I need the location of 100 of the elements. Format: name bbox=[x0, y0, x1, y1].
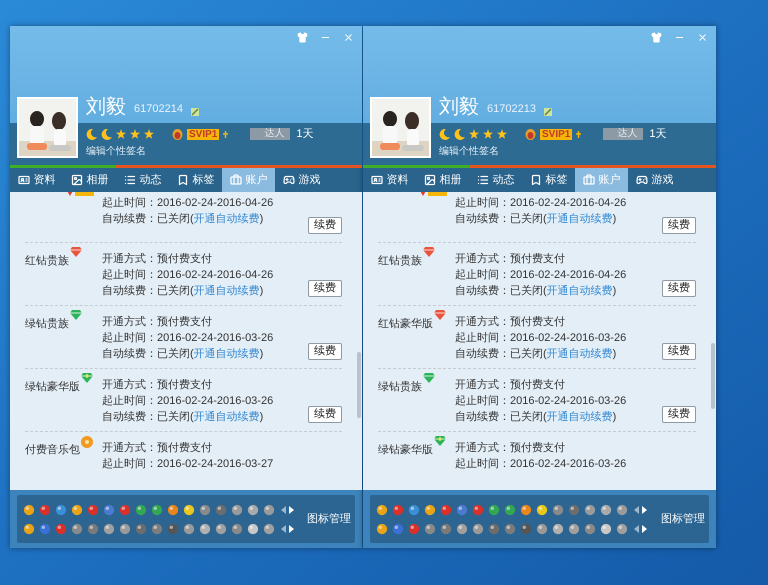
icon-manager-button[interactable]: 图标管理 bbox=[307, 510, 351, 528]
renew-button[interactable]: 续费 bbox=[308, 280, 342, 297]
auto-renew-link[interactable]: 开通自动续费 bbox=[194, 411, 260, 423]
arrow-left-icon[interactable] bbox=[634, 506, 639, 514]
arrow-left-icon[interactable] bbox=[634, 524, 639, 532]
service-icon[interactable] bbox=[488, 522, 500, 534]
skin-icon[interactable] bbox=[297, 32, 308, 42]
arrow-right-icon[interactable] bbox=[642, 506, 647, 514]
service-icon[interactable] bbox=[215, 504, 227, 516]
service-icon[interactable] bbox=[536, 522, 548, 534]
renew-button[interactable]: 续费 bbox=[662, 280, 696, 297]
service-icon[interactable] bbox=[183, 522, 195, 534]
service-icon[interactable] bbox=[376, 504, 388, 516]
service-icon[interactable] bbox=[616, 504, 628, 516]
service-icon[interactable] bbox=[87, 504, 99, 516]
service-icon[interactable] bbox=[215, 522, 227, 534]
service-icon[interactable] bbox=[488, 504, 500, 516]
profile-tab[interactable]: 游戏 bbox=[628, 168, 681, 192]
profile-tab[interactable]: 相册 bbox=[416, 168, 469, 192]
service-icon[interactable] bbox=[440, 504, 452, 516]
service-icon[interactable] bbox=[456, 522, 468, 534]
signature-text[interactable]: 编辑个性签名 bbox=[86, 145, 146, 159]
service-icon[interactable] bbox=[151, 504, 163, 516]
service-icon[interactable] bbox=[167, 504, 179, 516]
close-icon[interactable] bbox=[343, 32, 354, 42]
service-icon[interactable] bbox=[23, 522, 35, 534]
profile-tab[interactable]: 动态 bbox=[469, 168, 522, 192]
service-icon[interactable] bbox=[39, 504, 51, 516]
service-icon[interactable] bbox=[568, 522, 580, 534]
service-icon[interactable] bbox=[247, 522, 259, 534]
service-icon[interactable] bbox=[472, 522, 484, 534]
service-icon[interactable] bbox=[440, 522, 452, 534]
auto-renew-link[interactable]: 开通自动续费 bbox=[194, 348, 260, 360]
renew-button[interactable]: 续费 bbox=[662, 217, 696, 234]
edit-icon[interactable] bbox=[544, 108, 552, 116]
service-icon[interactable] bbox=[584, 504, 596, 516]
service-icon[interactable] bbox=[135, 522, 147, 534]
service-icon[interactable] bbox=[151, 522, 163, 534]
arrow-left-icon[interactable] bbox=[281, 506, 286, 514]
edit-icon[interactable] bbox=[190, 108, 199, 116]
service-icon[interactable] bbox=[263, 504, 275, 516]
signature-text[interactable]: 编辑个性签名 bbox=[439, 145, 499, 159]
service-icon[interactable] bbox=[424, 522, 436, 534]
service-icon[interactable] bbox=[536, 504, 548, 516]
arrow-right-icon[interactable] bbox=[289, 506, 294, 514]
service-icon[interactable] bbox=[424, 504, 436, 516]
service-icon[interactable] bbox=[600, 522, 612, 534]
service-icon[interactable] bbox=[504, 522, 516, 534]
renew-button[interactable]: 续费 bbox=[308, 343, 342, 360]
service-icon[interactable] bbox=[408, 522, 420, 534]
icon-manager-button[interactable]: 图标管理 bbox=[661, 510, 705, 528]
profile-tab[interactable]: 游戏 bbox=[275, 168, 328, 192]
service-icon[interactable] bbox=[456, 504, 468, 516]
service-icon[interactable] bbox=[231, 504, 243, 516]
service-icon[interactable] bbox=[231, 522, 243, 534]
service-icon[interactable] bbox=[392, 504, 404, 516]
service-icon[interactable] bbox=[568, 504, 580, 516]
service-icon[interactable] bbox=[71, 504, 83, 516]
auto-renew-link[interactable]: 开通自动续费 bbox=[546, 285, 613, 297]
service-icon[interactable] bbox=[55, 504, 67, 516]
profile-tab[interactable]: 动态 bbox=[116, 168, 169, 192]
renew-button[interactable]: 续费 bbox=[662, 406, 696, 423]
service-icon[interactable] bbox=[87, 522, 99, 534]
service-icon[interactable] bbox=[135, 504, 147, 516]
renew-button[interactable]: 续费 bbox=[308, 217, 342, 234]
close-icon[interactable] bbox=[697, 32, 708, 42]
service-icon[interactable] bbox=[23, 504, 35, 516]
service-icon[interactable] bbox=[504, 504, 516, 516]
service-icon[interactable] bbox=[71, 522, 83, 534]
service-icon[interactable] bbox=[55, 522, 67, 534]
service-icon[interactable] bbox=[552, 504, 564, 516]
service-icon[interactable] bbox=[39, 522, 51, 534]
service-icon[interactable] bbox=[616, 522, 628, 534]
service-icon[interactable] bbox=[119, 504, 131, 516]
service-icon[interactable] bbox=[600, 504, 612, 516]
service-icon[interactable] bbox=[103, 522, 115, 534]
auto-renew-link[interactable]: 开通自动续费 bbox=[194, 213, 260, 225]
service-icon[interactable] bbox=[183, 504, 195, 516]
service-icon[interactable] bbox=[263, 522, 275, 534]
renew-button[interactable]: 续费 bbox=[662, 343, 696, 360]
auto-renew-link[interactable]: 开通自动续费 bbox=[546, 213, 613, 225]
service-icon[interactable] bbox=[584, 522, 596, 534]
auto-renew-link[interactable]: 开通自动续费 bbox=[546, 348, 613, 360]
profile-tab[interactable]: 资料 bbox=[363, 168, 416, 192]
arrow-right-icon[interactable] bbox=[642, 524, 647, 532]
arrow-right-icon[interactable] bbox=[289, 524, 294, 532]
service-icon[interactable] bbox=[408, 504, 420, 516]
service-icon[interactable] bbox=[247, 504, 259, 516]
skin-icon[interactable] bbox=[651, 32, 662, 42]
service-icon[interactable] bbox=[520, 504, 532, 516]
renew-button[interactable]: 续费 bbox=[308, 406, 342, 423]
service-icon[interactable] bbox=[392, 522, 404, 534]
profile-tab[interactable]: 资料 bbox=[10, 168, 63, 192]
service-icon[interactable] bbox=[376, 522, 388, 534]
service-icon[interactable] bbox=[119, 522, 131, 534]
profile-tab[interactable]: 相册 bbox=[63, 168, 116, 192]
service-icon[interactable] bbox=[103, 504, 115, 516]
service-icon[interactable] bbox=[472, 504, 484, 516]
profile-tab[interactable]: 标签 bbox=[522, 168, 575, 192]
arrow-left-icon[interactable] bbox=[281, 524, 286, 532]
